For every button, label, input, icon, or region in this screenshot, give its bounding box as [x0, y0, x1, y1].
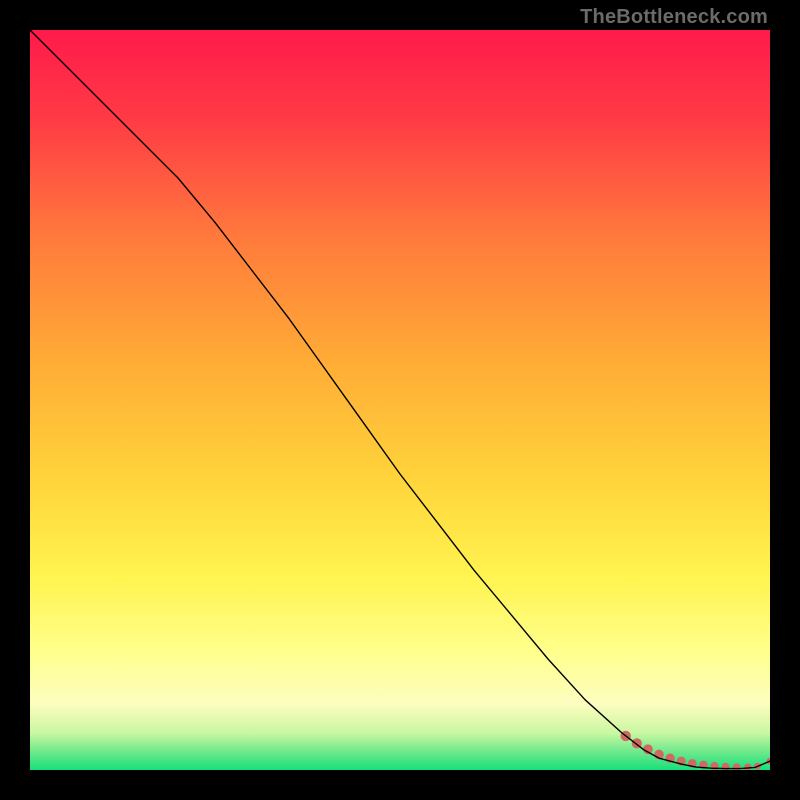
plot-svg: [30, 30, 770, 770]
chart-stage: TheBottleneck.com: [0, 0, 800, 800]
watermark-label: TheBottleneck.com: [580, 6, 768, 29]
plot-area: [30, 30, 770, 770]
